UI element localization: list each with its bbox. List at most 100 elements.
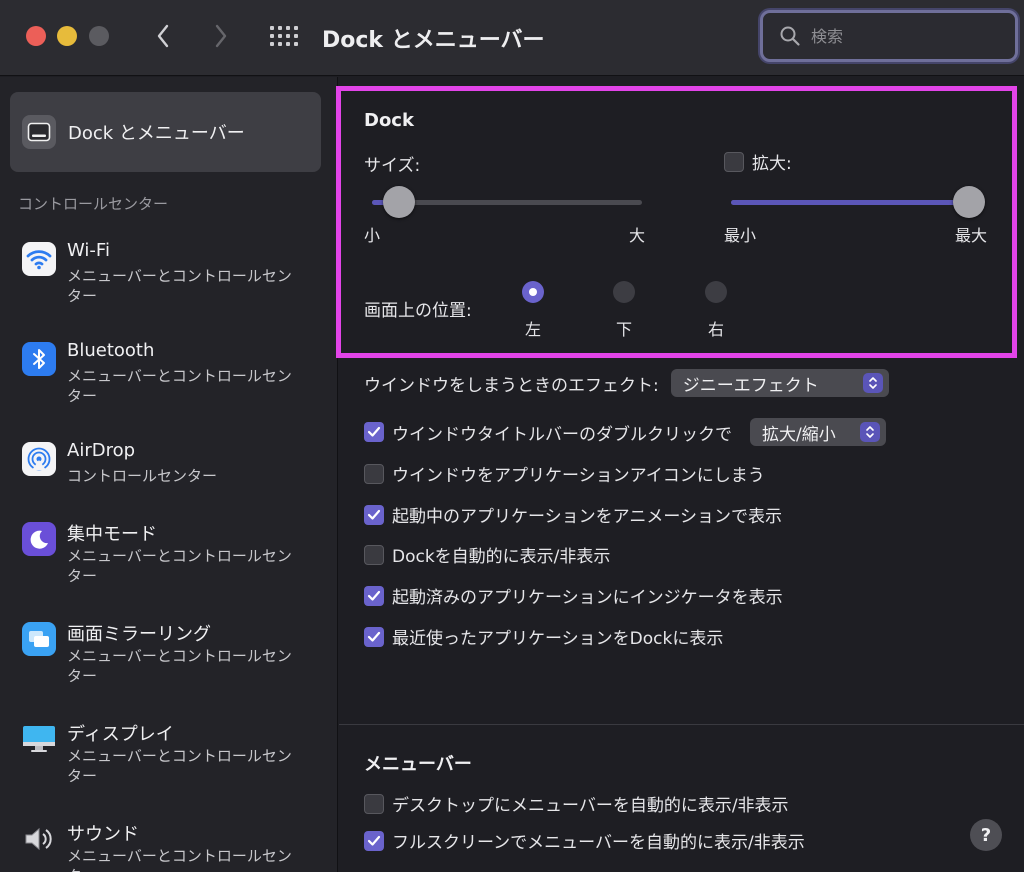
forward-button[interactable] xyxy=(204,18,238,54)
sidebar: Dock とメニューバー コントロールセンター Wi-Fi メニューバーとコント… xyxy=(0,77,338,872)
sidebar-item-sound[interactable]: サウンド メニューバーとコントロールセンター xyxy=(20,820,320,872)
chevron-updown-icon xyxy=(862,373,883,393)
sidebar-section-control-center: コントロールセンター xyxy=(18,195,169,213)
sidebar-item-title: ディスプレイ xyxy=(67,724,174,745)
magnification-label: 拡大: xyxy=(752,154,792,174)
magnification-row: 拡大: xyxy=(724,149,792,174)
size-min-label: 小 xyxy=(364,226,381,245)
sidebar-item-subtitle: メニューバーとコントロールセンター xyxy=(67,267,292,305)
position-label: 画面上の位置: xyxy=(364,301,472,321)
speaker-icon xyxy=(22,822,56,856)
menubar-heading: メニューバー xyxy=(364,754,472,775)
sidebar-item-subtitle: コントロールセンター xyxy=(67,467,218,485)
option-autohide-dock[interactable]: Dockを自動的に表示/非表示 xyxy=(364,542,610,567)
double-click-label: ウインドウタイトルバーのダブルクリックで xyxy=(392,424,732,445)
magnification-slider-fill xyxy=(731,200,969,205)
sidebar-item-dock-menubar[interactable]: Dock とメニューバー xyxy=(10,92,321,172)
position-bottom-label: 下 xyxy=(616,320,633,339)
moon-icon xyxy=(22,522,56,556)
chevron-right-icon xyxy=(215,24,227,48)
option-label: ウインドウをアプリケーションアイコンにしまう xyxy=(392,466,765,486)
sidebar-item-title: AirDrop xyxy=(67,440,136,461)
search-field[interactable] xyxy=(760,10,1018,62)
sidebar-item-focus[interactable]: 集中モード メニューバーとコントロールセンター xyxy=(20,520,320,600)
screen-mirroring-icon xyxy=(22,622,56,656)
magnification-slider-track[interactable] xyxy=(731,200,969,205)
option-checkbox[interactable] xyxy=(364,793,384,814)
zoom-button[interactable] xyxy=(89,26,109,46)
minimize-effect-popup[interactable]: ジニーエフェクト xyxy=(670,369,889,397)
magnification-slider-knob[interactable] xyxy=(953,186,985,218)
sidebar-item-bluetooth[interactable]: Bluetooth メニューバーとコントロールセンター xyxy=(20,340,320,420)
position-right-label: 右 xyxy=(708,320,725,339)
option-show-recent-apps[interactable]: 最近使ったアプリケーションをDockに表示 xyxy=(364,624,723,649)
minimize-button[interactable] xyxy=(57,26,77,46)
window-title: Dock とメニューバー xyxy=(322,28,545,53)
minimize-effect-label: ウインドウをしまうときのエフェクト: xyxy=(364,375,659,396)
dock-heading: Dock xyxy=(364,110,414,131)
chevron-updown-icon xyxy=(860,422,880,442)
sidebar-item-subtitle: メニューバーとコントロールセンター xyxy=(67,367,292,405)
airdrop-icon xyxy=(22,442,56,476)
sidebar-item-title: 画面ミラーリング xyxy=(67,624,211,645)
help-button[interactable]: ? xyxy=(970,819,1002,851)
minimize-effect-value: ジニーエフェクト xyxy=(682,375,819,396)
option-checkbox[interactable] xyxy=(364,504,384,525)
size-max-label: 大 xyxy=(629,226,646,245)
magnification-min-label: 最小 xyxy=(724,226,757,245)
option-label: Dockを自動的に表示/非表示 xyxy=(392,547,611,567)
sidebar-item-airdrop[interactable]: AirDrop コントロールセンター xyxy=(20,440,320,520)
title-bar: Dock とメニューバー xyxy=(0,0,1024,76)
option-minimize-into-icon[interactable]: ウインドウをアプリケーションアイコンにしまう xyxy=(364,461,765,486)
option-autohide-menubar-fullscreen[interactable]: フルスクリーンでメニューバーを自動的に表示/非表示 xyxy=(364,828,805,853)
position-left-radio[interactable] xyxy=(522,281,544,303)
checkmark-icon xyxy=(367,426,381,437)
show-all-grid-icon[interactable] xyxy=(268,22,300,50)
sidebar-item-title: サウンド xyxy=(67,824,139,845)
option-label: 起動中のアプリケーションをアニメーションで表示 xyxy=(392,507,782,527)
double-click-popup[interactable]: 拡大/縮小 xyxy=(750,418,886,446)
option-autohide-menubar-desktop[interactable]: デスクトップにメニューバーを自動的に表示/非表示 xyxy=(364,791,789,816)
option-checkbox[interactable] xyxy=(364,585,384,606)
checkmark-icon xyxy=(367,509,381,520)
double-click-checkbox[interactable] xyxy=(364,422,384,442)
sidebar-item-label: Dock とメニューバー xyxy=(68,123,245,144)
option-checkbox[interactable] xyxy=(364,463,384,484)
option-checkbox[interactable] xyxy=(364,626,384,647)
back-button[interactable] xyxy=(146,18,180,54)
magnification-max-label: 最大 xyxy=(955,226,988,245)
option-show-indicators[interactable]: 起動済みのアプリケーションにインジケータを表示 xyxy=(364,583,783,608)
section-divider xyxy=(339,724,1024,725)
close-button[interactable] xyxy=(26,26,46,46)
minimize-effect-row: ウインドウをしまうときのエフェクト: ジニーエフェクト xyxy=(364,369,889,397)
option-label: フルスクリーンでメニューバーを自動的に表示/非表示 xyxy=(392,833,805,853)
position-bottom-radio[interactable] xyxy=(613,281,635,303)
checkmark-icon xyxy=(367,631,381,642)
magnification-checkbox[interactable] xyxy=(724,151,744,172)
option-label: 起動済みのアプリケーションにインジケータを表示 xyxy=(392,588,783,608)
option-animate-opening[interactable]: 起動中のアプリケーションをアニメーションで表示 xyxy=(364,502,782,527)
sidebar-item-subtitle: メニューバーとコントロールセンター xyxy=(67,547,292,585)
sidebar-item-screen-mirroring[interactable]: 画面ミラーリング メニューバーとコントロールセンター xyxy=(20,620,320,700)
position-left-label: 左 xyxy=(525,320,542,339)
dock-icon xyxy=(22,115,56,149)
checkmark-icon xyxy=(367,835,381,846)
bluetooth-icon xyxy=(22,342,56,376)
option-label: デスクトップにメニューバーを自動的に表示/非表示 xyxy=(392,796,789,816)
chevron-left-icon xyxy=(157,24,169,48)
search-input[interactable] xyxy=(811,23,1001,49)
option-label: 最近使ったアプリケーションをDockに表示 xyxy=(392,629,724,649)
position-right-radio[interactable] xyxy=(705,281,727,303)
sidebar-item-subtitle: メニューバーとコントロールセンター xyxy=(67,647,292,685)
size-label: サイズ: xyxy=(364,156,421,176)
wifi-icon xyxy=(22,242,56,276)
sidebar-item-title: Bluetooth xyxy=(67,340,155,361)
size-slider-knob[interactable] xyxy=(383,186,415,218)
display-icon xyxy=(22,722,56,756)
double-click-value: 拡大/縮小 xyxy=(762,424,836,445)
option-checkbox[interactable] xyxy=(364,830,384,851)
sidebar-item-title: Wi-Fi xyxy=(67,240,110,261)
option-checkbox[interactable] xyxy=(364,544,384,565)
sidebar-item-wifi[interactable]: Wi-Fi メニューバーとコントロールセンター xyxy=(20,240,320,320)
sidebar-item-display[interactable]: ディスプレイ メニューバーとコントロールセンター xyxy=(20,720,320,800)
